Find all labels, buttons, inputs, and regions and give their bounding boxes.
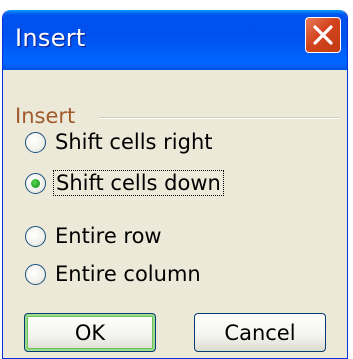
label-shift-cells-down: Shift cells down [53,170,224,196]
title-bar[interactable]: Insert [3,10,347,70]
radio-shift-cells-down[interactable] [25,172,46,194]
option-shift-cells-down[interactable]: Shift cells down [25,168,224,198]
option-shift-cells-right[interactable]: Shift cells right [25,127,215,157]
dialog-title: Insert [15,24,86,52]
close-icon [313,25,333,45]
cancel-button[interactable]: Cancel [194,313,326,352]
insert-dialog: Insert Insert Shift cells right Shift ce… [2,10,348,359]
label-entire-column: Entire column [55,262,201,286]
option-entire-column[interactable]: Entire column [25,259,203,289]
group-divider [99,117,339,119]
radio-entire-row[interactable] [25,225,46,247]
radio-entire-column[interactable] [25,263,46,285]
close-button[interactable] [305,17,341,53]
option-entire-row[interactable]: Entire row [25,221,164,251]
insert-options-group: Insert Shift cells right Shift cells dow… [11,84,343,294]
ok-button[interactable]: OK [24,313,156,352]
group-label: Insert [15,104,76,128]
radio-shift-cells-right[interactable] [25,131,46,153]
label-entire-row: Entire row [55,224,162,248]
label-shift-cells-right: Shift cells right [55,130,213,154]
